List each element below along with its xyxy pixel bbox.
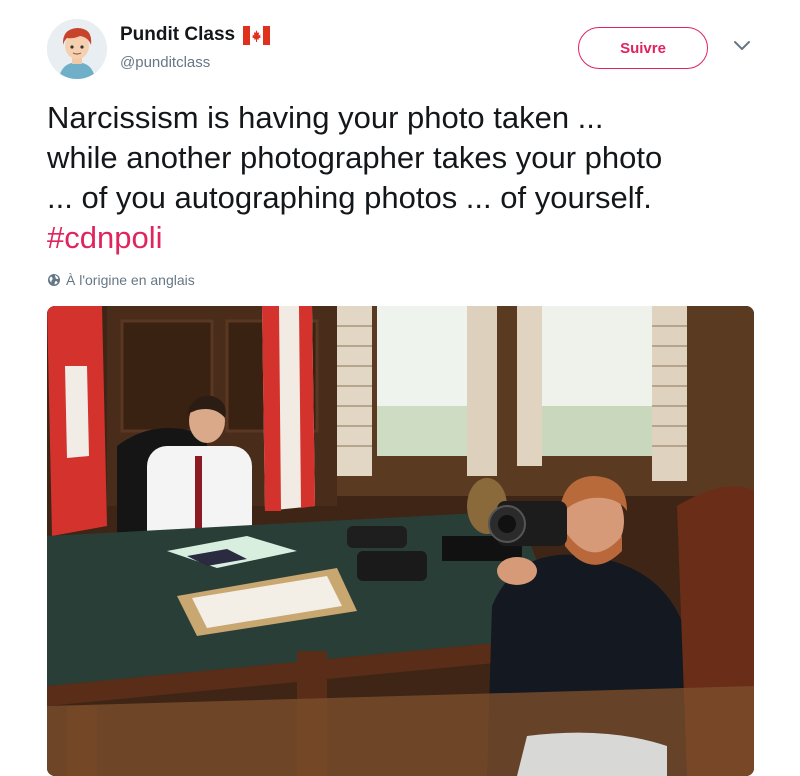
user-name[interactable]: Pundit Class xyxy=(120,24,271,46)
cartoon-avatar-icon xyxy=(47,19,107,79)
office-photo-image xyxy=(47,306,754,776)
canada-flag-icon xyxy=(243,25,271,45)
user-name-label: Pundit Class xyxy=(120,24,236,45)
user-handle[interactable]: @punditclass xyxy=(120,54,210,71)
globe-icon xyxy=(48,274,60,286)
tweet-photo[interactable] xyxy=(47,306,754,776)
chevron-down-icon[interactable] xyxy=(733,40,751,52)
hashtag-link[interactable]: #cdnpoli xyxy=(47,218,777,258)
original-language-label: À l'origine en anglais xyxy=(66,272,195,288)
tweet-line: while another photographer takes your ph… xyxy=(47,140,663,175)
tweet-line: ... of you autographing photos ... of yo… xyxy=(47,180,652,215)
follow-button[interactable]: Suivre xyxy=(578,27,708,69)
original-language-note: À l'origine en anglais xyxy=(47,272,195,288)
avatar[interactable] xyxy=(47,19,107,79)
tweet-line: Narcissism is having your photo taken ..… xyxy=(47,100,604,135)
tweet-text: Narcissism is having your photo taken ..… xyxy=(47,98,777,258)
